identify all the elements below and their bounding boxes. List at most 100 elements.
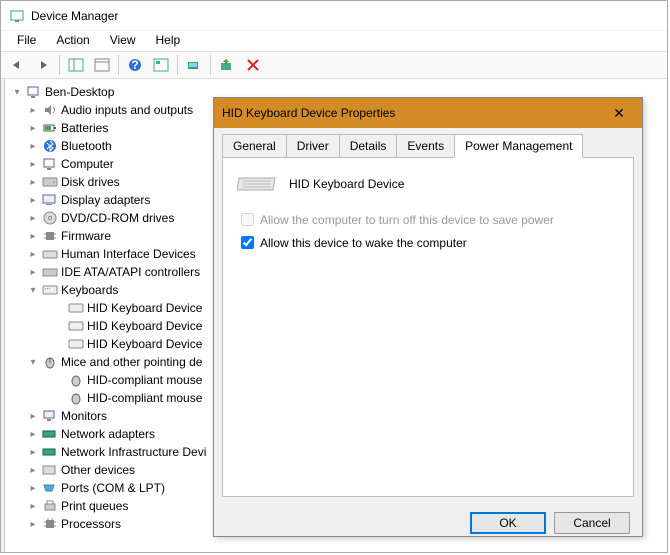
firmware-icon xyxy=(42,228,58,244)
expander-icon[interactable]: ▸ xyxy=(27,105,39,116)
mouse-icon xyxy=(68,372,84,388)
expander-icon[interactable]: ▾ xyxy=(11,87,23,98)
cancel-button[interactable]: Cancel xyxy=(554,512,630,534)
expander-icon[interactable]: ▸ xyxy=(27,231,39,242)
tab-panel: HID Keyboard Device Allow the computer t… xyxy=(222,157,634,497)
tabstrip: General Driver Details Events Power Mana… xyxy=(214,128,642,158)
expander-icon[interactable]: ▸ xyxy=(27,519,39,530)
menu-action[interactable]: Action xyxy=(48,31,97,51)
tree-label: Processors xyxy=(61,517,121,531)
tree-label: Ben-Desktop xyxy=(45,85,114,99)
keyboard-icon xyxy=(237,176,277,192)
expander-icon[interactable]: ▸ xyxy=(27,267,39,278)
disk-icon xyxy=(42,174,58,190)
app-icon xyxy=(9,8,25,24)
other-icon xyxy=(42,462,58,478)
mouse-icon xyxy=(42,354,58,370)
dialog-titlebar[interactable]: HID Keyboard Device Properties ✕ xyxy=(214,98,642,128)
bluetooth-icon xyxy=(42,138,58,154)
display-icon xyxy=(42,192,58,208)
expander-icon[interactable]: ▸ xyxy=(27,195,39,206)
port-icon xyxy=(42,480,58,496)
tab-general[interactable]: General xyxy=(222,134,287,158)
monitor-icon xyxy=(42,408,58,424)
tree-label: HID-compliant mouse xyxy=(87,373,202,387)
expander-icon[interactable]: ▾ xyxy=(27,357,39,368)
tree-label: Monitors xyxy=(61,409,107,423)
svg-text:?: ? xyxy=(131,58,138,72)
tab-power-management[interactable]: Power Management xyxy=(454,134,583,158)
expander-icon[interactable]: ▸ xyxy=(27,177,39,188)
properties-dialog: HID Keyboard Device Properties ✕ General… xyxy=(213,97,643,537)
forward-button[interactable] xyxy=(31,54,55,76)
tree-label: Other devices xyxy=(61,463,135,477)
dialog-title-text: HID Keyboard Device Properties xyxy=(222,106,604,120)
checkbox-wake[interactable] xyxy=(241,236,254,249)
window-title: Device Manager xyxy=(31,9,659,23)
expander-icon[interactable]: ▾ xyxy=(27,285,39,296)
properties-button[interactable] xyxy=(90,54,114,76)
tab-events[interactable]: Events xyxy=(396,134,455,158)
expander-icon[interactable]: ▸ xyxy=(27,249,39,260)
dvd-icon xyxy=(42,210,58,226)
tree-label: IDE ATA/ATAPI controllers xyxy=(61,265,200,279)
expander-icon[interactable]: ▸ xyxy=(27,213,39,224)
menu-view[interactable]: View xyxy=(102,31,144,51)
titlebar: Device Manager xyxy=(1,1,667,31)
expander-icon[interactable]: ▸ xyxy=(27,501,39,512)
tree-label: Mice and other pointing de xyxy=(61,355,202,369)
expander-icon[interactable]: ▸ xyxy=(27,483,39,494)
tree-label: Bluetooth xyxy=(61,139,112,153)
help-button[interactable]: ? xyxy=(123,54,147,76)
tab-details[interactable]: Details xyxy=(339,134,398,158)
printer-icon xyxy=(42,498,58,514)
checkbox-wake-label: Allow this device to wake the computer xyxy=(260,236,467,250)
audio-icon xyxy=(42,102,58,118)
processor-icon xyxy=(42,516,58,532)
tree-label: Network adapters xyxy=(61,427,155,441)
expander-icon[interactable]: ▸ xyxy=(27,141,39,152)
keyboard-icon xyxy=(68,300,84,316)
ok-button[interactable]: OK xyxy=(470,512,546,534)
update-driver-button[interactable] xyxy=(215,54,239,76)
expander-icon[interactable]: ▸ xyxy=(27,429,39,440)
network-icon xyxy=(42,426,58,442)
close-icon[interactable]: ✕ xyxy=(604,105,634,122)
uninstall-button[interactable] xyxy=(241,54,265,76)
tree-label: Disk drives xyxy=(61,175,120,189)
computer-icon xyxy=(42,156,58,172)
expander-icon[interactable]: ▸ xyxy=(27,123,39,134)
tree-label: Display adapters xyxy=(61,193,150,207)
tree-label: Audio inputs and outputs xyxy=(61,103,193,117)
tree-label: DVD/CD-ROM drives xyxy=(61,211,174,225)
separator xyxy=(210,55,211,75)
tree-label: Human Interface Devices xyxy=(61,247,196,261)
tab-driver[interactable]: Driver xyxy=(286,134,340,158)
checkbox-wake-row[interactable]: Allow this device to wake the computer xyxy=(237,233,619,252)
tree-label: Computer xyxy=(61,157,114,171)
tree-label: HID Keyboard Device xyxy=(87,301,202,315)
separator xyxy=(177,55,178,75)
menu-file[interactable]: File xyxy=(9,31,44,51)
back-button[interactable] xyxy=(5,54,29,76)
tree-label: HID Keyboard Device xyxy=(87,319,202,333)
show-hide-tree-button[interactable] xyxy=(64,54,88,76)
view-button[interactable] xyxy=(149,54,173,76)
expander-icon[interactable]: ▸ xyxy=(27,447,39,458)
dialog-button-row: OK Cancel xyxy=(214,506,642,540)
menubar: File Action View Help xyxy=(1,31,667,51)
tree-label: Keyboards xyxy=(61,283,118,297)
expander-icon[interactable]: ▸ xyxy=(27,159,39,170)
checkbox-power-off-row: Allow the computer to turn off this devi… xyxy=(237,210,619,229)
expander-icon[interactable]: ▸ xyxy=(27,411,39,422)
tree-label: HID-compliant mouse xyxy=(87,391,202,405)
tree-label: Batteries xyxy=(61,121,108,135)
menu-help[interactable]: Help xyxy=(148,31,189,51)
checkbox-power-off-label: Allow the computer to turn off this devi… xyxy=(260,213,554,227)
keyboard-icon xyxy=(68,336,84,352)
device-name-label: HID Keyboard Device xyxy=(289,177,404,191)
expander-icon[interactable]: ▸ xyxy=(27,465,39,476)
keyboard-icon xyxy=(42,282,58,298)
scan-hardware-button[interactable] xyxy=(182,54,206,76)
toolbar: ? xyxy=(1,51,667,79)
